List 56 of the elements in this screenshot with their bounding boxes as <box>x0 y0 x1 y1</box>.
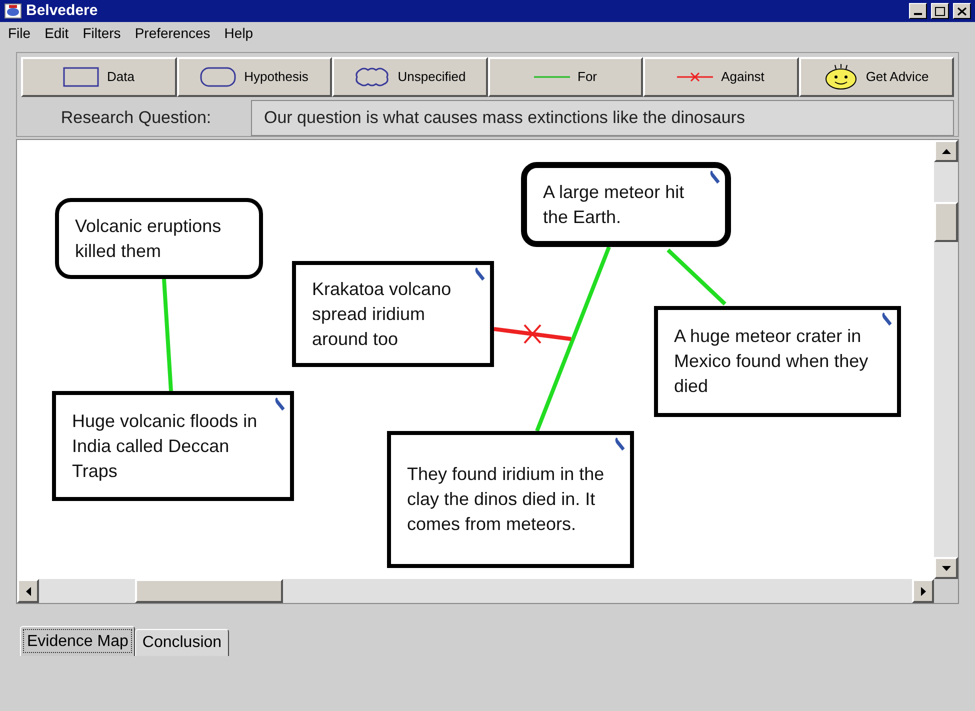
node-text: Krakatoa volcano spread iridium around too <box>312 278 452 350</box>
close-icon <box>957 6 967 16</box>
maximize-icon <box>935 6 945 16</box>
down-arrow-icon[interactable] <box>942 566 950 570</box>
data-node[interactable]: They found iridium in the clay the dinos died in. It comes from meteors. <box>387 431 634 568</box>
hypothesis-node[interactable]: A large meteor hit the Earth. <box>521 162 731 247</box>
toolbar-button[interactable]: Unspecified <box>332 57 488 97</box>
paperclip-icon[interactable] <box>881 312 893 326</box>
paperclip-icon[interactable] <box>709 170 721 184</box>
window-title: Belvedere <box>26 0 99 21</box>
rounded-rectangle-icon <box>200 67 236 87</box>
scrollbar-thumb[interactable] <box>934 202 958 242</box>
toolbar-button[interactable]: Hypothesis <box>176 57 332 97</box>
scrollbar-thumb[interactable] <box>135 579 283 603</box>
node-text: They found iridium in the clay the dinos died in. It comes from meteors. <box>407 463 606 536</box>
app-icon <box>4 3 22 19</box>
hypothesis-node[interactable]: Volcanic eruptions killed them <box>55 198 263 279</box>
research-question-label: Research Question: <box>60 107 212 130</box>
node-text: A huge meteor crater in Mexico found when they died <box>674 325 870 398</box>
minimize-button[interactable] <box>909 3 927 19</box>
against-link[interactable] <box>494 324 572 344</box>
close-button[interactable] <box>953 3 971 19</box>
up-arrow-icon[interactable] <box>942 148 950 154</box>
rectangle-icon <box>63 67 100 87</box>
node-text: A large meteor hit the Earth. <box>543 180 686 228</box>
menu-item[interactable]: Filters <box>82 22 121 44</box>
tab[interactable]: Conclusion <box>135 629 229 656</box>
right-arrow-icon[interactable] <box>920 586 926 596</box>
maximize-button[interactable] <box>931 3 949 19</box>
cloud-icon <box>354 67 390 87</box>
crossed-line-icon <box>677 71 714 83</box>
menu-item[interactable]: Edit <box>44 22 69 44</box>
line-icon <box>534 74 570 80</box>
minimize-icon <box>913 13 923 15</box>
data-node[interactable]: Huge volcanic floods in India called Deccan Traps <box>52 391 294 501</box>
node-text: Huge volcanic floods in India called Deccan Traps <box>72 410 258 483</box>
research-question-field[interactable]: Our question is what causes mass extinctions like the dinosaurs <box>251 100 954 136</box>
toolbar-button[interactable]: For <box>488 57 643 97</box>
toolbar-button[interactable]: Against <box>643 57 798 97</box>
paperclip-icon[interactable] <box>474 267 486 281</box>
toolbar-button[interactable]: Data <box>21 57 176 97</box>
data-node[interactable]: Krakatoa volcano spread iridium around too <box>292 261 494 367</box>
vertical-scrollbar[interactable] <box>934 140 958 579</box>
menu-item[interactable]: Preferences <box>134 22 210 44</box>
paperclip-icon[interactable] <box>614 437 626 451</box>
horizontal-scrollbar[interactable] <box>17 579 934 603</box>
smiley-face-icon <box>824 64 858 90</box>
toolbar-button[interactable]: Get Advice <box>798 57 954 97</box>
menu-item[interactable]: File <box>8 22 31 44</box>
left-arrow-icon[interactable] <box>26 586 30 596</box>
node-text: Volcanic eruptions killed them <box>75 214 222 262</box>
data-node[interactable]: A huge meteor crater in Mexico found when they died <box>654 306 901 417</box>
menu-item[interactable]: Help <box>224 22 254 44</box>
paperclip-icon[interactable] <box>274 397 286 411</box>
support-link[interactable] <box>535 246 611 432</box>
tab[interactable]: Evidence Map <box>20 626 136 656</box>
